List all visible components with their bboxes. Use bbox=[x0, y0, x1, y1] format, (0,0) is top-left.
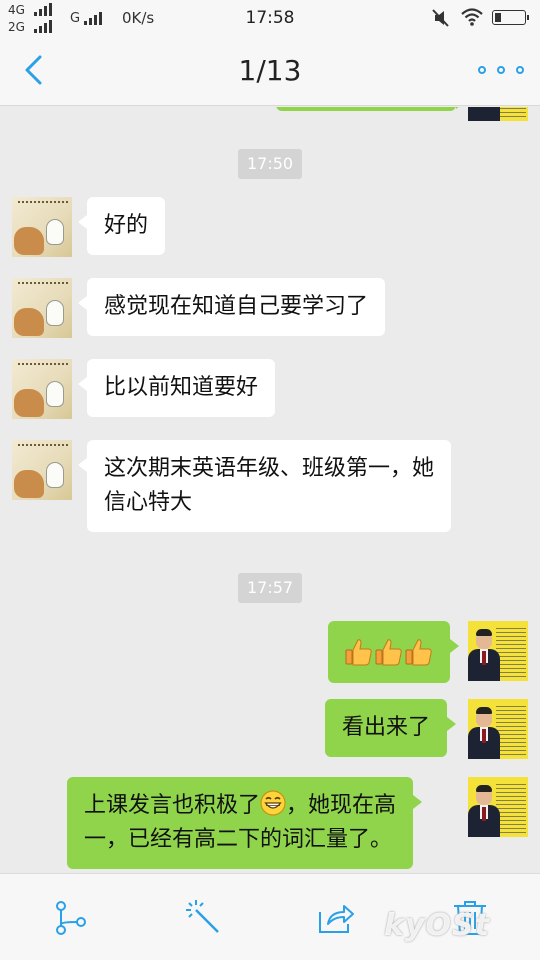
message-bubble-outgoing[interactable] bbox=[328, 621, 459, 683]
status-time: 17:58 bbox=[245, 8, 295, 28]
message-bubble-outgoing[interactable]: 上课发言也积极了 ，她现在高 一，已经有高二下的词汇量了。 bbox=[67, 777, 423, 869]
thumbs-up-icon bbox=[375, 639, 402, 666]
nav-bar: 1/13 bbox=[0, 36, 540, 106]
avatar-teacher[interactable] bbox=[468, 699, 528, 759]
chat-area[interactable]: 17:50 好的 感觉现在知道自己要学习了 比以前知道要好 这次期末英语年级、班… bbox=[0, 107, 540, 873]
message-line: 一，已经有高二下的词汇量了。 bbox=[84, 827, 393, 852]
wifi-icon bbox=[461, 8, 483, 26]
avatar-teacher[interactable] bbox=[468, 621, 528, 681]
vibrate-mute-icon bbox=[432, 9, 449, 27]
avatar-parent[interactable] bbox=[12, 440, 72, 500]
message-bubble-incoming[interactable]: 感觉现在知道自己要学习了 bbox=[77, 278, 386, 336]
watermark-logo: kyOSt bbox=[384, 908, 490, 943]
more-options-icon[interactable] bbox=[478, 58, 524, 82]
battery-icon bbox=[492, 10, 529, 25]
magic-wand-icon[interactable] bbox=[184, 898, 224, 938]
avatar-parent[interactable] bbox=[12, 278, 72, 338]
message-bubble-previous[interactable] bbox=[276, 107, 465, 111]
avatar-teacher[interactable] bbox=[468, 777, 528, 837]
status-bar: 4G 2G G 0K/s 17:58 bbox=[0, 0, 540, 36]
thumbs-up-icon bbox=[405, 639, 432, 666]
message-bubble-incoming[interactable]: 这次期末英语年级、班级第一，她 信心特大 bbox=[77, 440, 452, 532]
avatar-parent[interactable] bbox=[12, 197, 72, 257]
message-bubble-incoming[interactable]: 比以前知道要好 bbox=[77, 359, 276, 417]
message-bubble-outgoing[interactable]: 看出来了 bbox=[325, 699, 457, 757]
timestamp-divider: 17:50 bbox=[238, 149, 303, 179]
message-line: 信心特大 bbox=[104, 490, 193, 515]
avatar-teacher[interactable] bbox=[468, 107, 528, 121]
timestamp-divider: 17:57 bbox=[238, 573, 303, 603]
page-title: 1/13 bbox=[238, 54, 302, 87]
message-line: 这次期末英语年级、班级第一，她 bbox=[104, 456, 435, 481]
message-bubble-incoming[interactable]: 好的 bbox=[77, 197, 166, 255]
branch-icon[interactable] bbox=[50, 898, 90, 938]
message-text: 上课发言也积极了 bbox=[84, 793, 261, 818]
thumbs-up-icon bbox=[345, 639, 372, 666]
message-line: 上课发言也积极了 ，她现在高 bbox=[84, 789, 396, 823]
share-icon[interactable] bbox=[316, 898, 356, 938]
message-text: ，她现在高 bbox=[286, 793, 397, 818]
avatar-parent[interactable] bbox=[12, 359, 72, 419]
grinning-face-icon bbox=[260, 790, 286, 816]
